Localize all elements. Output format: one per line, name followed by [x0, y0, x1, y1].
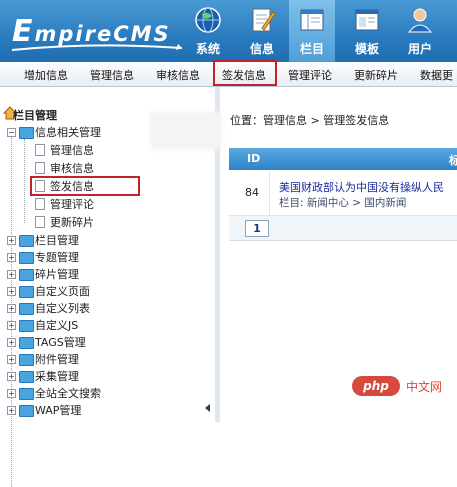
tree-folder-topics[interactable]: 专题管理 — [35, 249, 79, 265]
folder-icon — [19, 354, 34, 366]
collapse-arrow-icon[interactable] — [205, 404, 210, 412]
cell-divider — [269, 171, 270, 215]
folder-icon — [19, 286, 34, 298]
document-icon — [35, 162, 45, 174]
folder-icon — [19, 252, 34, 264]
nav-user[interactable]: 用户 — [397, 0, 443, 62]
tree-child-manage-comments[interactable]: 管理评论 — [50, 196, 94, 212]
cell-title-link[interactable]: 美国财政部认为中国没有操纵人民 — [279, 179, 444, 195]
folder-icon — [19, 127, 34, 139]
tree-group-label[interactable]: 信息相关管理 — [35, 124, 101, 140]
main-content — [221, 87, 457, 422]
subnav-data-update[interactable]: 数据更 — [420, 67, 453, 83]
expand-icon[interactable]: + — [7, 338, 16, 347]
nav-system[interactable]: 系统 — [180, 0, 236, 62]
page-button[interactable]: 1 — [245, 220, 269, 237]
folder-icon — [19, 303, 34, 315]
tree-folder-columns[interactable]: 栏目管理 — [35, 232, 79, 248]
expand-icon[interactable]: + — [7, 321, 16, 330]
tree-folder-fragments[interactable]: 碎片管理 — [35, 266, 79, 282]
folder-icon — [19, 235, 34, 247]
folder-icon — [19, 269, 34, 281]
column-header-id[interactable]: ID — [247, 152, 260, 165]
blurred-region — [150, 112, 222, 150]
expand-icon[interactable]: + — [7, 270, 16, 279]
nav-column[interactable]: 栏目 — [289, 0, 335, 62]
logo-swoosh — [12, 44, 182, 51]
tree-folder-tags[interactable]: TAGS管理 — [35, 334, 86, 350]
subnav-manage-comments[interactable]: 管理评论 — [288, 67, 332, 83]
pagination: 1 — [229, 216, 457, 241]
expand-icon[interactable]: + — [7, 253, 16, 262]
tree-title: 栏目管理 — [13, 109, 57, 122]
folder-icon — [19, 405, 34, 417]
nav-template[interactable]: 模板 — [342, 0, 392, 62]
expand-icon[interactable]: + — [7, 372, 16, 381]
tree-folder-custom-pages[interactable]: 自定义页面 — [35, 283, 90, 299]
watermark-badge: php — [352, 376, 400, 396]
tree-folder-attachments[interactable]: 附件管理 — [35, 351, 79, 367]
table-header: ID 标 — [229, 148, 457, 170]
tree-folder-collection[interactable]: 采集管理 — [35, 368, 79, 384]
folder-icon — [19, 388, 34, 400]
document-icon — [35, 198, 45, 210]
highlight-box — [213, 60, 277, 86]
subnav-manage-info[interactable]: 管理信息 — [90, 67, 134, 83]
folder-icon — [19, 337, 34, 349]
expand-icon[interactable]: + — [7, 287, 16, 296]
globe-icon — [195, 7, 221, 33]
nav-info[interactable]: 信息 — [236, 0, 288, 62]
tree-line — [24, 139, 25, 223]
collapse-icon[interactable]: − — [7, 128, 16, 137]
highlight-box — [30, 176, 140, 196]
subnav-review-info[interactable]: 审核信息 — [156, 67, 200, 83]
tree-folder-fulltext-search[interactable]: 全站全文搜索 — [35, 385, 101, 401]
breadcrumb-path[interactable]: 管理信息 > 管理签发信息 — [263, 114, 389, 127]
expand-icon[interactable]: + — [7, 406, 16, 415]
nav-label: 信息 — [249, 42, 274, 56]
document-icon — [35, 216, 45, 228]
template-window-icon — [355, 9, 379, 31]
breadcrumb: 位置：管理信息 > 管理签发信息 — [230, 114, 390, 127]
nav-label: 用户 — [407, 42, 432, 56]
tree-child-review-info[interactable]: 审核信息 — [50, 160, 94, 176]
tree-folder-custom-lists[interactable]: 自定义列表 — [35, 300, 90, 316]
tree-folder-wap[interactable]: WAP管理 — [35, 402, 81, 418]
expand-icon[interactable]: + — [7, 389, 16, 398]
folder-icon — [19, 320, 34, 332]
tree-folder-custom-js[interactable]: 自定义JS — [35, 317, 78, 333]
expand-icon[interactable]: + — [7, 304, 16, 313]
cell-column-path: 栏目: 新闻中心 > 国内新闻 — [279, 197, 407, 209]
watermark-text: 中文网 — [406, 380, 443, 394]
column-header-title[interactable]: 标 — [449, 152, 457, 168]
nav-label: 栏目 — [299, 42, 324, 56]
document-icon — [35, 144, 45, 156]
subnav-add-info[interactable]: 增加信息 — [24, 67, 68, 83]
expand-icon[interactable]: + — [7, 236, 16, 245]
table-row: 84 美国财政部认为中国没有操纵人民 栏目: 新闻中心 > 国内新闻 — [229, 171, 457, 216]
tree-child-manage-info[interactable]: 管理信息 — [50, 142, 94, 158]
subnav-update-fragments[interactable]: 更新碎片 — [354, 67, 398, 83]
cell-id: 84 — [245, 186, 259, 199]
folder-icon — [19, 371, 34, 383]
top-header: EmpireCMS 系统 信息 栏目 模板 用户 — [0, 0, 457, 62]
nav-label: 系统 — [195, 42, 220, 56]
tree-child-update-fragments[interactable]: 更新碎片 — [50, 214, 94, 230]
pencil-document-icon — [252, 8, 276, 32]
expand-icon[interactable]: + — [7, 355, 16, 364]
column-layout-icon — [300, 9, 324, 31]
user-icon — [407, 8, 433, 33]
nav-label: 模板 — [354, 42, 379, 56]
